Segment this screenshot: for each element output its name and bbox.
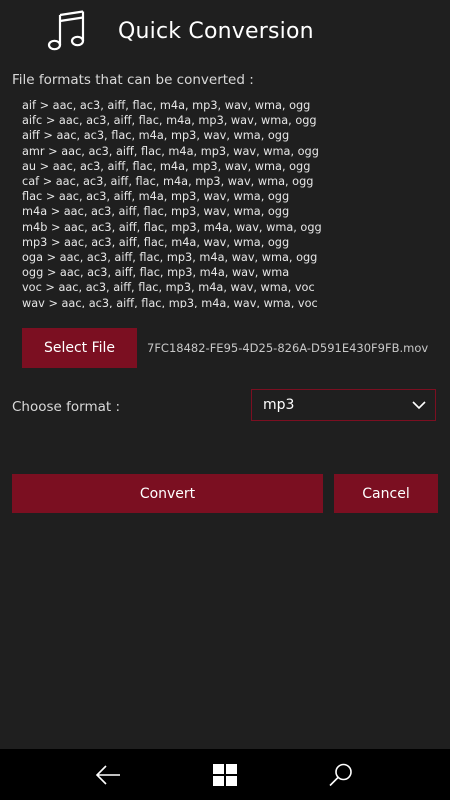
- format-line: amr > aac, ac3, aiff, flac, m4a, mp3, wa…: [22, 144, 319, 158]
- chevron-down-icon: [412, 401, 426, 410]
- format-line: wav > aac, ac3, aiff, flac, mp3, m4a, wa…: [22, 296, 318, 308]
- quick-conversion-screen: Quick Conversion File formats that can b…: [0, 0, 450, 800]
- choose-format-label: Choose format :: [12, 399, 121, 415]
- navigation-bar: [0, 749, 450, 800]
- format-line: ogg > aac, ac3, aiff, flac, mp3, m4a, wa…: [22, 266, 290, 280]
- search-icon[interactable]: [327, 761, 355, 789]
- cancel-button[interactable]: Cancel: [334, 474, 438, 513]
- format-line: m4b > aac, ac3, aiff, flac, mp3, m4a, wa…: [22, 220, 322, 234]
- formats-label: File formats that can be converted :: [12, 72, 254, 88]
- format-dropdown[interactable]: mp3: [251, 389, 436, 421]
- page-title: Quick Conversion: [118, 19, 314, 44]
- format-line: flac > aac, ac3, aiff, m4a, mp3, wav, wm…: [22, 190, 290, 204]
- header: Quick Conversion: [0, 0, 450, 64]
- format-line: aiff > aac, ac3, flac, m4a, mp3, wav, wm…: [22, 129, 290, 143]
- format-line: aifc > aac, ac3, aiff, flac, m4a, mp3, w…: [22, 114, 317, 128]
- convert-button[interactable]: Convert: [12, 474, 323, 513]
- format-line: caf > aac, ac3, aiff, flac, m4a, mp3, wa…: [22, 175, 314, 189]
- format-line: mp3 > aac, ac3, aiff, flac, m4a, wav, wm…: [22, 235, 290, 249]
- selected-file-name: 7FC18482-FE95-4D25-826A-D591E430F9FB.mov: [147, 341, 429, 355]
- format-line: oga > aac, ac3, aiff, flac, mp3, m4a, wa…: [22, 251, 318, 265]
- formats-list[interactable]: aif > aac, ac3, aiff, flac, m4a, mp3, wa…: [22, 98, 322, 308]
- format-line: au > aac, ac3, aiff, flac, m4a, mp3, wav…: [22, 159, 311, 173]
- music-note-icon: [47, 10, 85, 51]
- format-selected-value: mp3: [263, 397, 295, 413]
- select-file-button[interactable]: Select File: [22, 328, 137, 368]
- windows-logo-icon[interactable]: [211, 761, 239, 789]
- format-line: m4a > aac, ac3, aiff, flac, mp3, wav, wm…: [22, 205, 290, 219]
- format-line: aif > aac, ac3, aiff, flac, m4a, mp3, wa…: [22, 99, 311, 112]
- format-line: voc > aac, ac3, aiff, flac, mp3, m4a, wa…: [22, 281, 315, 295]
- back-arrow-icon[interactable]: [94, 761, 122, 789]
